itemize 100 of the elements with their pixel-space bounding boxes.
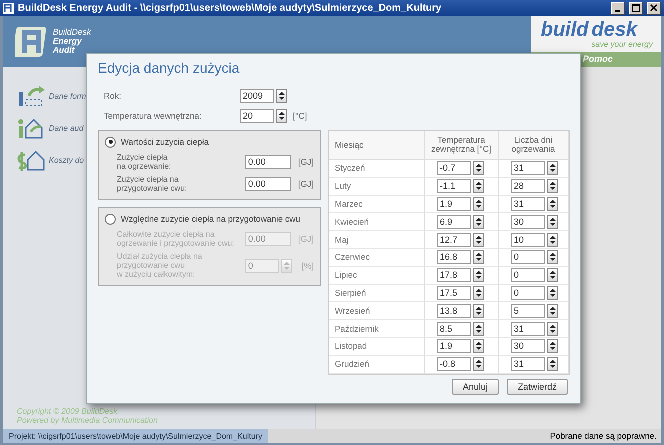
spin-button[interactable]: [473, 304, 484, 318]
costs-icon[interactable]: [17, 148, 45, 172]
spin-button[interactable]: [276, 109, 287, 123]
close-icon: [650, 4, 658, 12]
temperature-field[interactable]: 16.8: [437, 250, 471, 264]
field-label: Rok:: [103, 91, 122, 101]
column-header: Temperatura zewnętrzna [°C]: [425, 131, 499, 160]
days-field[interactable]: 0: [511, 250, 545, 264]
spin-button[interactable]: [547, 161, 558, 176]
copyright-text: Copyright © 2009 BuildDesk: [17, 407, 119, 416]
spin-button[interactable]: [547, 286, 558, 300]
text-field[interactable]: 0.00: [245, 155, 292, 169]
sidebar-item[interactable]: Dane form: [49, 92, 86, 100]
days-field[interactable]: 31: [511, 357, 545, 372]
tagline: save your energy: [592, 40, 654, 49]
spin-button[interactable]: [547, 214, 558, 229]
unit-label: [GJ]: [298, 234, 314, 244]
month-cell: Lipiec: [329, 266, 425, 285]
radio-label[interactable]: Względne zużycie ciepła na przygotowanie cwu: [121, 214, 301, 224]
month-cell: Marzec: [329, 196, 425, 214]
spin-button[interactable]: [473, 268, 484, 282]
temperature-field[interactable]: 13.8: [437, 304, 471, 318]
spin-button[interactable]: [276, 89, 287, 103]
days-field[interactable]: 30: [511, 214, 545, 229]
close-button[interactable]: [647, 2, 661, 14]
number-field[interactable]: 2009: [240, 89, 274, 103]
dialog-title: Edycja danych zużycia: [98, 60, 241, 76]
column-header: Liczba dni ogrzewania: [499, 131, 569, 160]
temperature-field[interactable]: 8.5: [437, 322, 471, 336]
window-title: BuildDesk Energy Audit - \\cigsrfp01\users\toweb\Moje audyty\Sulmierzyce_Dom_Kultury: [18, 2, 443, 14]
temperature-field[interactable]: 1.9: [437, 339, 471, 354]
spin-button[interactable]: [547, 339, 558, 354]
field-label: Udział zużycia ciepła na przygotowanie cwu w zużyciu całkowitym:: [117, 252, 204, 279]
spin-button[interactable]: [473, 286, 484, 300]
days-field[interactable]: 31: [511, 161, 545, 176]
temperature-field[interactable]: 17.8: [437, 268, 471, 282]
spin-button[interactable]: [473, 250, 484, 264]
temperature-field[interactable]: -1.1: [437, 179, 471, 194]
audit-icon[interactable]: [17, 116, 45, 140]
days-field[interactable]: 10: [511, 232, 545, 247]
spin-button[interactable]: [473, 179, 484, 194]
days-field[interactable]: 5: [511, 304, 545, 318]
temperature-field[interactable]: -0.7: [437, 161, 471, 176]
spin-button[interactable]: [473, 322, 484, 336]
month-cell: Sierpień: [329, 284, 425, 302]
brand-logo: builddesk: [540, 18, 639, 40]
unit-label: [%]: [302, 260, 314, 270]
logo-text: BuildDesk Energy Audit: [53, 28, 92, 55]
text-field[interactable]: 0.00: [245, 177, 292, 191]
dialog-button[interactable]: Anuluj: [452, 379, 499, 395]
field-label: Temperatura wewnętrzna:: [103, 111, 203, 121]
temperature-field[interactable]: -0.8: [437, 357, 471, 372]
spin-button[interactable]: [547, 196, 558, 211]
spin-button[interactable]: [547, 268, 558, 282]
days-field[interactable]: 0: [511, 268, 545, 282]
days-field[interactable]: 30: [511, 339, 545, 354]
spin-button[interactable]: [547, 179, 558, 194]
days-field[interactable]: 28: [511, 179, 545, 194]
app-icon: [3, 2, 14, 14]
minimize-button[interactable]: [611, 2, 625, 14]
spin-button[interactable]: [473, 161, 484, 176]
radio-button[interactable]: [105, 214, 116, 224]
spin-button[interactable]: [473, 214, 484, 229]
project-path: Projekt: \\cigsrfp01\users\toweb\Moje audyty\Sulmierzyce_Dom_Kultury: [3, 429, 268, 443]
days-field[interactable]: 31: [511, 196, 545, 211]
dialog-button[interactable]: Zatwierdź: [506, 379, 568, 395]
days-field[interactable]: 31: [511, 322, 545, 336]
spin-button[interactable]: [473, 339, 484, 354]
spin-button[interactable]: [547, 357, 558, 372]
spin-button[interactable]: [473, 232, 484, 247]
temperature-field[interactable]: 17.5: [437, 286, 471, 300]
temperature-field[interactable]: 6.9: [437, 214, 471, 229]
number-field[interactable]: 20: [240, 109, 274, 123]
spin-button[interactable]: [547, 232, 558, 247]
sidebar-item[interactable]: Dane aud: [49, 124, 84, 132]
temperature-field[interactable]: 12.7: [437, 232, 471, 247]
spin-button[interactable]: [547, 304, 558, 318]
powered-by-text: Powered by Multimedia Communication: [17, 416, 159, 425]
spin-button[interactable]: [473, 196, 484, 211]
maximize-button[interactable]: [629, 2, 643, 14]
month-cell: Grudzień: [329, 356, 425, 374]
status-message: Pobrane dane są poprawne.: [550, 431, 658, 441]
month-cell: Październik: [329, 320, 425, 338]
field-label: Zużycie ciepła na przygotowanie cwu:: [117, 175, 188, 193]
month-cell: Kwiecień: [329, 213, 425, 232]
form-icon[interactable]: [17, 84, 45, 108]
column-header: Miesiąc: [329, 131, 425, 160]
sidebar-item[interactable]: Koszty do: [49, 156, 84, 164]
unit-label: [°C]: [293, 111, 308, 121]
radio-label[interactable]: Wartości zużycia ciepła: [121, 137, 210, 147]
month-cell: Wrzesień: [329, 302, 425, 320]
month-cell: Maj: [329, 231, 425, 249]
days-field[interactable]: 0: [511, 286, 545, 300]
radio-button[interactable]: [105, 136, 116, 148]
month-cell: Listopad: [329, 338, 425, 356]
month-cell: Czerwiec: [329, 248, 425, 267]
temperature-field[interactable]: 1.9: [437, 196, 471, 211]
spin-button[interactable]: [473, 357, 484, 372]
spin-button[interactable]: [547, 250, 558, 264]
spin-button[interactable]: [547, 322, 558, 336]
